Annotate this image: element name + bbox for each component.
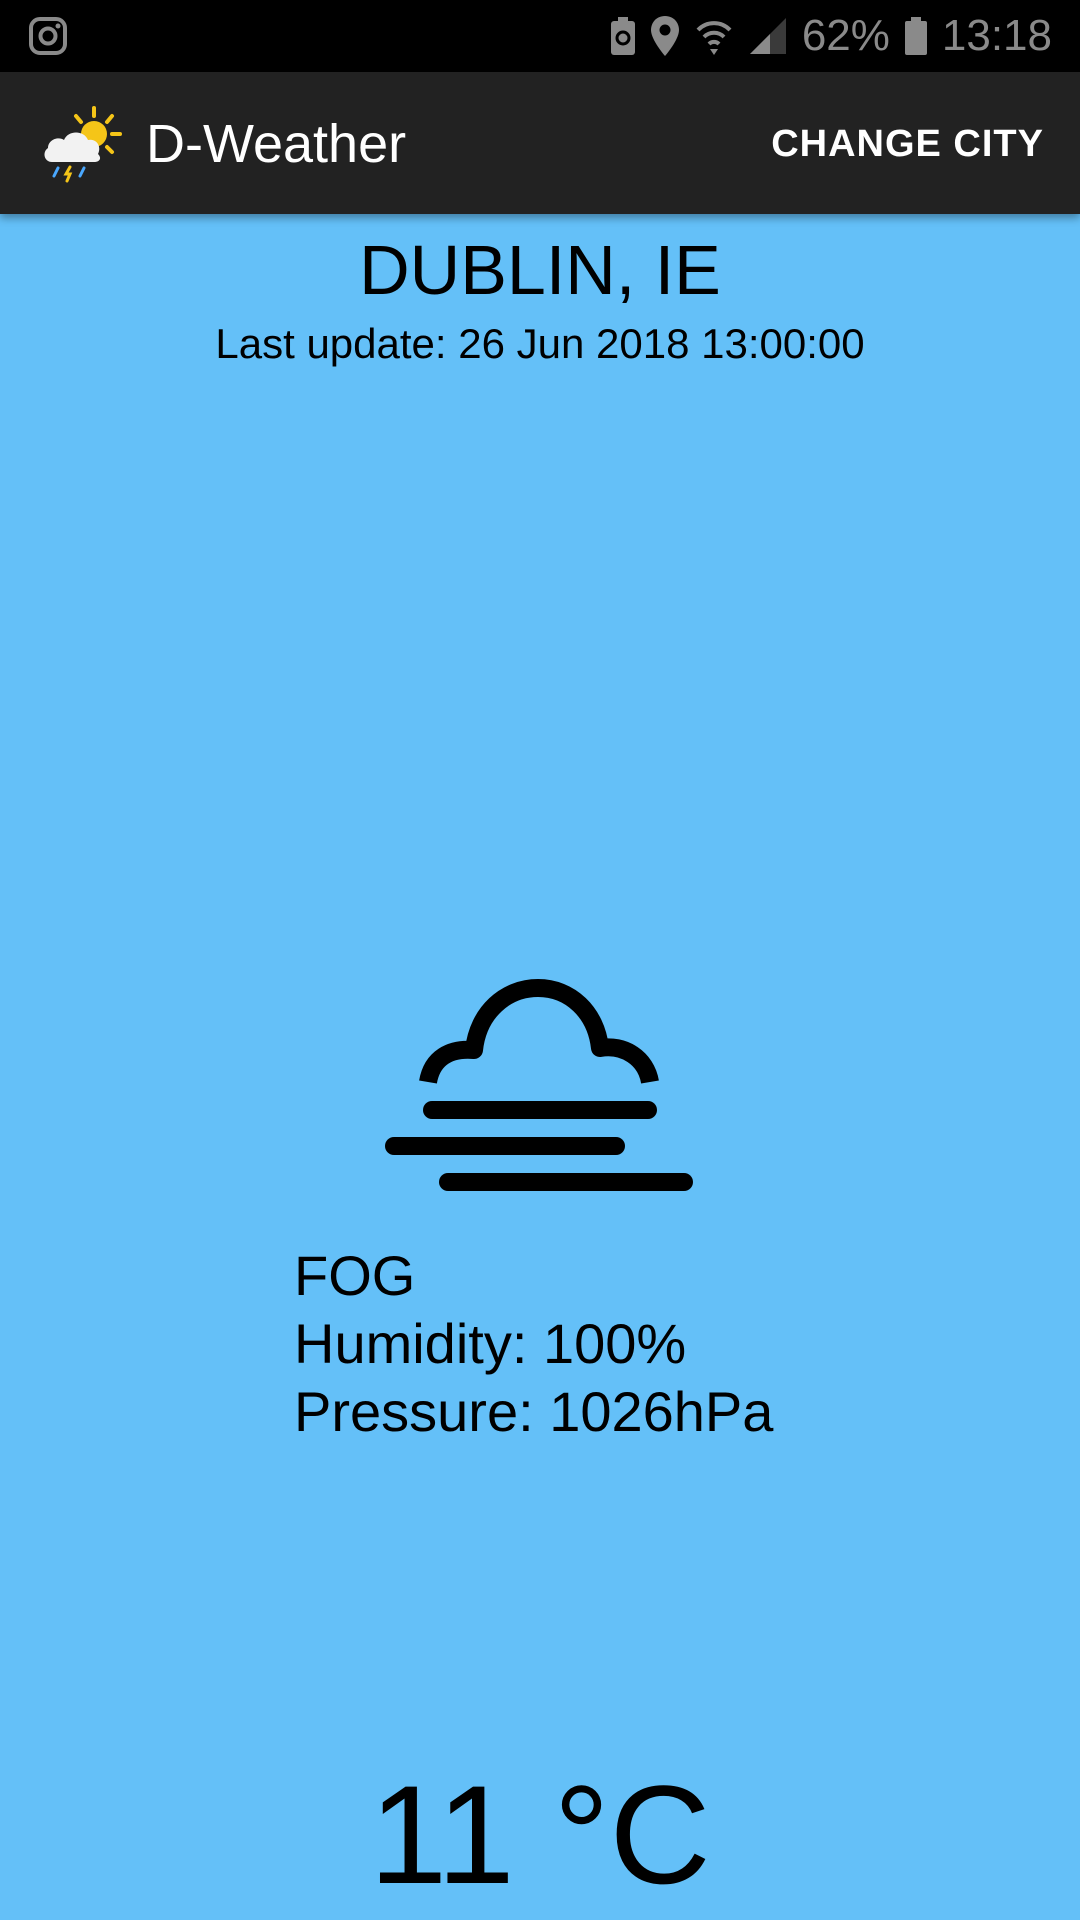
battery-icon <box>904 17 927 55</box>
battery-saver-icon <box>610 17 635 55</box>
signal-icon <box>749 18 786 54</box>
change-city-button[interactable]: CHANGE CITY <box>771 120 1044 168</box>
weather-screen: 62% 13:18 D-Weather CHANGE CITY DUBLIN, … <box>0 0 1080 1920</box>
pressure-text: Pressure: 1026hPa <box>294 1380 774 1443</box>
last-update-text: Last update: 26 Jun 2018 13:00:00 <box>215 320 865 367</box>
city-name: DUBLIN, IE <box>359 231 721 309</box>
weather-logo-icon <box>44 106 122 183</box>
condition-text: FOG <box>294 1244 416 1307</box>
weather-details: FOG Humidity: 100% Pressure: 1026hPa <box>294 1242 773 1446</box>
temperature-value: 11 °C <box>369 1756 711 1913</box>
app-bar: D-Weather CHANGE CITY <box>0 72 1080 214</box>
status-icons: 62% 13:18 <box>610 0 1052 72</box>
battery-percentage: 62% <box>801 11 890 60</box>
wifi-icon <box>696 21 732 55</box>
status-time: 13:18 <box>941 11 1052 60</box>
app-title: D-Weather <box>146 114 407 174</box>
status-bar: 62% 13:18 <box>0 0 1080 72</box>
instagram-icon <box>29 17 67 55</box>
fog-icon <box>385 979 693 1191</box>
humidity-text: Humidity: 100% <box>294 1312 687 1375</box>
location-icon <box>650 16 679 56</box>
